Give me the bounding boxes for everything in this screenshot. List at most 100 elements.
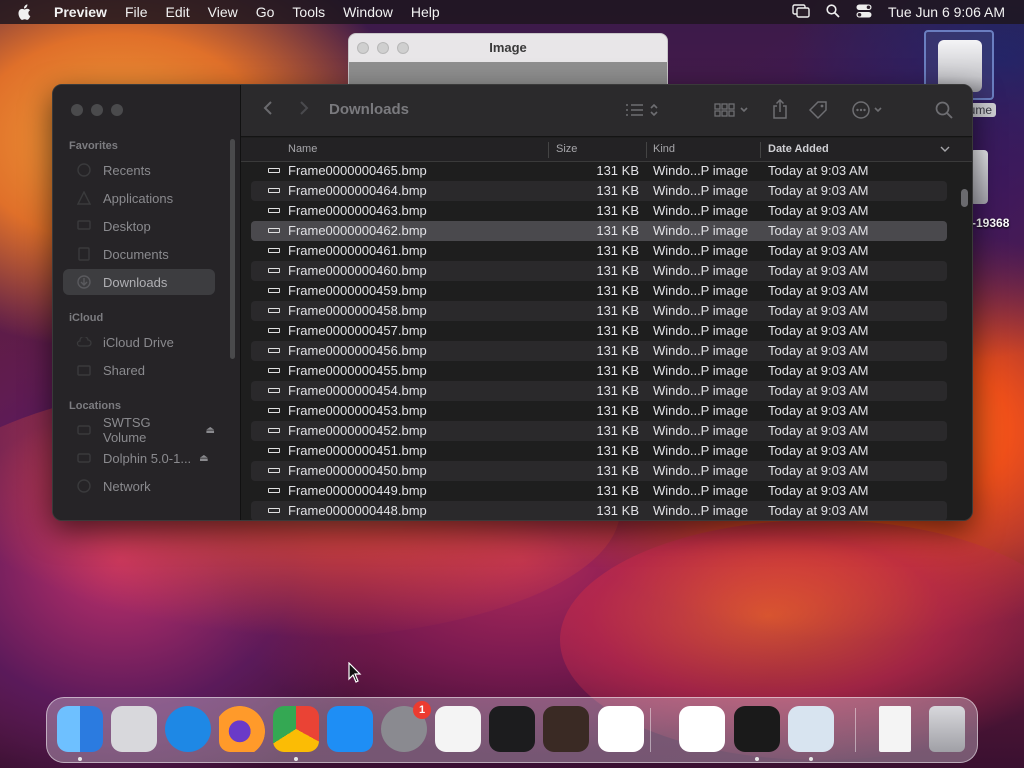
menu-go[interactable]: Go <box>247 4 284 20</box>
visual-studio-icon[interactable] <box>679 706 725 752</box>
vscode-icon[interactable] <box>598 706 644 752</box>
tag-icon[interactable] <box>808 100 828 120</box>
file-name: Frame0000000459.bmp <box>288 283 427 298</box>
drive-icon <box>75 425 93 435</box>
menu-help[interactable]: Help <box>402 4 449 20</box>
sidebar-item-network[interactable]: Network <box>63 473 215 499</box>
eject-icon[interactable]: ⏏ <box>206 425 215 436</box>
file-size: 131 KB <box>596 363 639 378</box>
chrome-icon[interactable] <box>273 706 319 752</box>
trash-icon[interactable] <box>929 706 965 752</box>
sidebar-scrollbar[interactable] <box>230 139 235 359</box>
file-name: Frame0000000448.bmp <box>288 503 427 518</box>
more-actions-icon[interactable] <box>851 100 887 120</box>
preview-window[interactable]: Image <box>348 33 668 86</box>
file-row[interactable]: Frame0000000458.bmp 131 KB Windo...P image… <box>251 301 947 321</box>
screen-mirroring-icon[interactable] <box>792 3 810 21</box>
finder-window[interactable]: Favorites Recents Applications Desktop D… <box>52 84 973 521</box>
file-date-added: Today at 9:03 AM <box>768 223 869 238</box>
column-size-header[interactable]: Size <box>556 143 577 155</box>
file-kind: Windo...P image <box>653 163 749 178</box>
close-button[interactable] <box>71 104 83 116</box>
file-date-added: Today at 9:03 AM <box>768 343 869 358</box>
sidebar-item-label: Shared <box>103 362 145 378</box>
file-size: 131 KB <box>596 183 639 198</box>
file-row[interactable]: Frame0000000451.bmp 131 KB Windo...P image… <box>251 441 947 461</box>
file-row[interactable]: Frame0000000459.bmp 131 KB Windo...P image… <box>251 281 947 301</box>
file-row[interactable]: Frame0000000453.bmp 131 KB Windo...P image… <box>251 401 947 421</box>
cloud-icon <box>75 337 93 347</box>
file-row[interactable]: Frame0000000460.bmp 131 KB Windo...P image… <box>251 261 947 281</box>
menu-tools[interactable]: Tools <box>283 4 334 20</box>
menu-app-name[interactable]: Preview <box>52 4 116 20</box>
menu-window[interactable]: Window <box>334 4 402 20</box>
spotlight-search-icon[interactable] <box>826 3 840 21</box>
back-chevron-icon[interactable] <box>263 100 273 121</box>
file-row[interactable]: Frame0000000452.bmp 131 KB Windo...P image… <box>251 421 947 441</box>
file-row[interactable]: Frame0000000454.bmp 131 KB Windo...P image… <box>251 381 947 401</box>
bmp-file-icon <box>268 328 280 333</box>
menu-clock[interactable]: Tue Jun 6 9:06 AM <box>888 4 1005 20</box>
finder-icon[interactable] <box>57 706 103 752</box>
eject-icon[interactable]: ⏏ <box>199 453 208 464</box>
sidebar-item-label: Dolphin 5.0-1... <box>103 450 192 466</box>
file-kind: Windo...P image <box>653 363 749 378</box>
group-grid-icon[interactable] <box>714 102 750 118</box>
launchpad-icon[interactable] <box>111 706 157 752</box>
minimize-button[interactable] <box>91 104 103 116</box>
apple-menu-icon[interactable] <box>16 3 38 21</box>
file-kind: Windo...P image <box>653 483 749 498</box>
file-row[interactable]: Frame0000000457.bmp 131 KB Windo...P image… <box>251 321 947 341</box>
file-list-scrollbar[interactable] <box>961 189 968 207</box>
ffmpeg-app-icon[interactable] <box>734 706 780 752</box>
file-name: Frame0000000453.bmp <box>288 403 427 418</box>
garageband-icon[interactable] <box>543 706 589 752</box>
file-row[interactable]: Frame0000000462.bmp 131 KB Windo...P image… <box>251 221 947 241</box>
zoom-button[interactable] <box>111 104 123 116</box>
column-kind-header[interactable]: Kind <box>653 143 675 155</box>
sidebar-item-label: Network <box>103 478 151 494</box>
file-row[interactable]: Frame0000000455.bmp 131 KB Windo...P image… <box>251 361 947 381</box>
shared-folder-icon <box>75 364 93 376</box>
file-row[interactable]: Frame0000000456.bmp 131 KB Windo...P image… <box>251 341 947 361</box>
column-date-added-header[interactable]: Date Added <box>768 143 829 155</box>
sidebar-item-dolphin-volume[interactable]: Dolphin 5.0-1... ⏏ <box>63 445 215 471</box>
terminal-icon[interactable] <box>489 706 535 752</box>
forward-chevron-icon[interactable] <box>299 100 309 121</box>
list-view-icon[interactable] <box>625 102 661 118</box>
search-icon[interactable] <box>935 101 953 119</box>
sidebar-item-swtsg-volume[interactable]: SWTSG Volume ⏏ <box>63 415 215 445</box>
preview-icon[interactable] <box>788 706 834 752</box>
file-row[interactable]: Frame0000000463.bmp 131 KB Windo...P image… <box>251 201 947 221</box>
sort-chevron-down-icon[interactable] <box>940 144 950 156</box>
sidebar-item-shared[interactable]: Shared <box>63 357 215 383</box>
file-row[interactable]: Frame0000000464.bmp 131 KB Windo...P image… <box>251 181 947 201</box>
firefox-icon[interactable] <box>219 706 265 752</box>
file-date-added: Today at 9:03 AM <box>768 243 869 258</box>
menu-file[interactable]: File <box>116 4 157 20</box>
share-icon[interactable] <box>772 99 788 119</box>
sidebar-item-documents[interactable]: Documents <box>63 241 215 267</box>
sidebar-item-icloud-drive[interactable]: iCloud Drive <box>63 329 215 355</box>
file-row[interactable]: Frame0000000449.bmp 131 KB Windo...P image… <box>251 481 947 501</box>
file-size: 131 KB <box>596 223 639 238</box>
menu-edit[interactable]: Edit <box>157 4 199 20</box>
desktop-disk-image-label[interactable]: -19368 <box>972 216 1009 230</box>
app-store-icon[interactable] <box>327 706 373 752</box>
file-date-added: Today at 9:03 AM <box>768 443 869 458</box>
menu-view[interactable]: View <box>199 4 247 20</box>
file-row[interactable]: Frame0000000461.bmp 131 KB Windo...P image… <box>251 241 947 261</box>
preview-image-area <box>349 62 667 86</box>
sidebar-item-downloads[interactable]: Downloads <box>63 269 215 295</box>
control-center-icon[interactable] <box>856 4 872 21</box>
file-row[interactable]: Frame0000000450.bmp 131 KB Windo...P image… <box>251 461 947 481</box>
sidebar-item-recents[interactable]: Recents <box>63 157 215 183</box>
file-row[interactable]: Frame0000000465.bmp 131 KB Windo...P image… <box>251 163 947 181</box>
downloads-stack-icon[interactable] <box>879 706 911 752</box>
textedit-icon[interactable] <box>435 706 481 752</box>
file-row[interactable]: Frame0000000448.bmp 131 KB Windo...P image… <box>251 501 947 520</box>
column-name-header[interactable]: Name <box>288 143 317 155</box>
safari-icon[interactable] <box>165 706 211 752</box>
sidebar-item-applications[interactable]: Applications <box>63 185 215 211</box>
sidebar-item-desktop[interactable]: Desktop <box>63 213 215 239</box>
